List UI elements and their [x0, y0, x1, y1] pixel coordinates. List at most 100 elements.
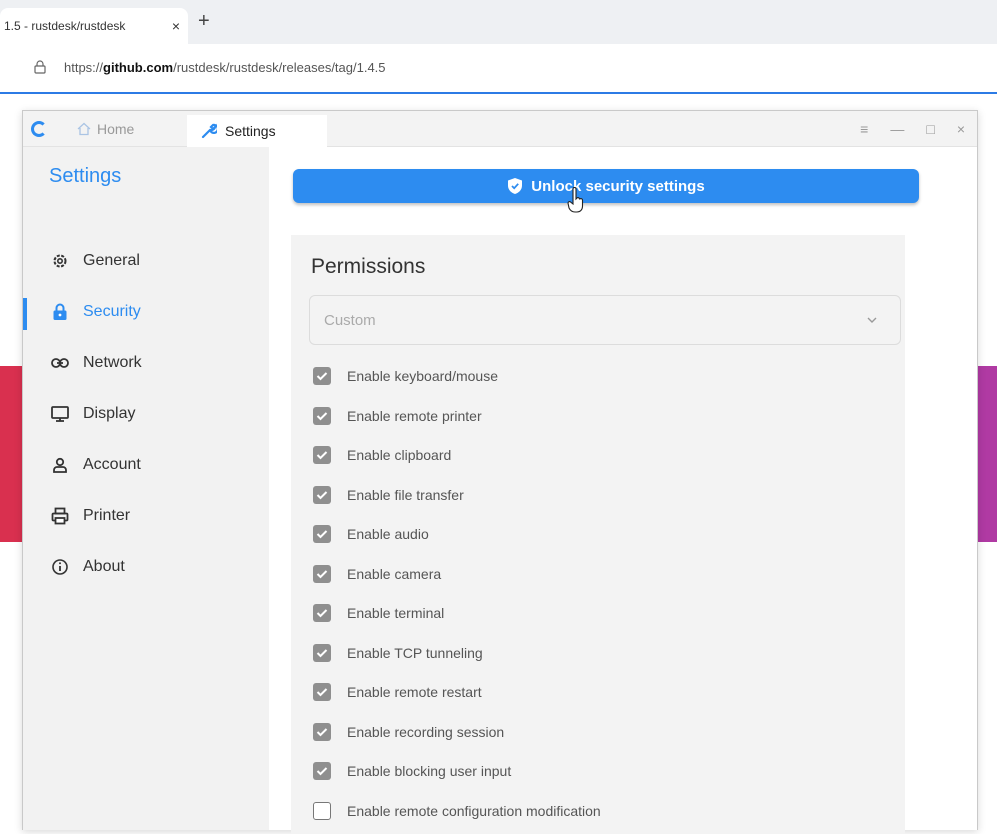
sidebar-item-label: Display — [83, 405, 136, 422]
check-icon — [316, 530, 328, 539]
checkbox-checked[interactable] — [313, 525, 331, 543]
maximize-icon[interactable]: □ — [926, 121, 934, 137]
window-titlebar: Home Settings ≡ — □ × — [23, 111, 977, 147]
check-icon — [316, 688, 328, 697]
sidebar-item-display[interactable]: Display — [23, 394, 269, 434]
sidebar-item-printer[interactable]: Printer — [23, 496, 269, 536]
sidebar-item-label: About — [83, 558, 125, 575]
printer-icon — [51, 507, 69, 525]
permission-label: Enable remote restart — [347, 684, 482, 700]
sidebar-title: Settings — [49, 165, 122, 187]
permission-label: Enable recording session — [347, 724, 505, 740]
permissions-card: Permissions Custom Enable keyboard/mouse… — [291, 235, 905, 834]
permission-label: Enable clipboard — [347, 447, 452, 463]
sidebar-item-network[interactable]: Network — [23, 343, 269, 383]
person-icon — [51, 456, 69, 474]
checkbox-checked[interactable] — [313, 762, 331, 780]
permission-row[interactable]: Enable terminal — [313, 602, 444, 624]
lock-icon — [51, 303, 69, 321]
permission-row[interactable]: Enable blocking user input — [313, 760, 511, 782]
permission-label: Enable remote configuration modification — [347, 803, 601, 819]
permission-row[interactable]: Enable camera — [313, 563, 441, 585]
sidebar-item-account[interactable]: Account — [23, 445, 269, 485]
close-icon[interactable]: × — [957, 121, 965, 137]
checkbox-checked[interactable] — [313, 407, 331, 425]
browser-tab[interactable]: 1.5 - rustdesk/rustdesk × — [0, 8, 188, 44]
browser-tab-bar: 1.5 - rustdesk/rustdesk × + — [0, 0, 997, 44]
check-icon — [316, 767, 328, 776]
permission-label: Enable file transfer — [347, 487, 464, 503]
check-icon — [316, 412, 328, 421]
tab-settings[interactable]: Settings — [187, 115, 327, 147]
check-icon — [316, 570, 328, 579]
permission-row[interactable]: Enable remote restart — [313, 681, 482, 703]
permission-label: Enable TCP tunneling — [347, 645, 483, 661]
check-icon — [316, 649, 328, 658]
check-icon — [316, 491, 328, 500]
gear-icon — [51, 252, 69, 270]
check-icon — [316, 728, 328, 737]
permission-label: Enable terminal — [347, 605, 445, 621]
permission-label: Enable blocking user input — [347, 763, 512, 779]
checkbox-checked[interactable] — [313, 367, 331, 385]
wrench-icon — [201, 123, 217, 139]
checkbox-checked[interactable] — [313, 446, 331, 464]
tab-settings-label: Settings — [225, 123, 276, 139]
info-icon — [51, 558, 69, 576]
tab-home-label: Home — [97, 121, 135, 137]
sidebar-item-about[interactable]: About — [23, 547, 269, 587]
sidebar-item-label: Security — [83, 303, 141, 320]
hand-cursor-icon — [567, 187, 584, 213]
checkbox-checked[interactable] — [313, 565, 331, 583]
permission-label: Enable audio — [347, 526, 429, 542]
permission-label: Enable remote printer — [347, 408, 482, 424]
url-text[interactable]: https://github.com/rustdesk/rustdesk/rel… — [64, 60, 386, 75]
permission-row[interactable]: Enable remote printer — [313, 405, 482, 427]
permission-row[interactable]: Enable keyboard/mouse — [313, 365, 498, 387]
check-icon — [316, 609, 328, 618]
close-tab-icon[interactable]: × — [172, 18, 180, 34]
sidebar-item-label: Account — [83, 456, 141, 473]
permission-row[interactable]: Enable remote configuration modification — [313, 800, 601, 822]
sidebar-item-label: General — [83, 252, 140, 269]
minimize-icon[interactable]: — — [890, 121, 904, 137]
checkbox-checked[interactable] — [313, 486, 331, 504]
shield-icon — [508, 178, 523, 194]
checkbox-checked[interactable] — [313, 723, 331, 741]
permission-row[interactable]: Enable TCP tunneling — [313, 642, 483, 664]
chevron-down-icon — [867, 317, 877, 323]
permission-row[interactable]: Enable recording session — [313, 721, 504, 743]
tab-home[interactable]: Home — [77, 111, 134, 147]
settings-main-panel: Unlock security settings Permissions Cus… — [269, 147, 977, 834]
checkbox-checked[interactable] — [313, 604, 331, 622]
permission-row[interactable]: Enable audio — [313, 523, 429, 545]
link-icon — [51, 354, 69, 372]
window-controls: ≡ — □ × — [860, 111, 965, 147]
monitor-icon — [51, 405, 69, 423]
checkbox-unchecked[interactable] — [313, 802, 331, 820]
active-indicator — [23, 298, 27, 330]
sidebar-item-security[interactable]: Security — [23, 292, 269, 332]
rustdesk-logo-icon — [31, 121, 47, 137]
home-icon — [77, 122, 91, 136]
permission-row[interactable]: Enable file transfer — [313, 484, 464, 506]
permission-label: Enable camera — [347, 566, 442, 582]
rustdesk-window: Home Settings ≡ — □ × Settings General S… — [22, 110, 978, 834]
new-tab-button[interactable]: + — [198, 10, 210, 33]
permission-label: Enable keyboard/mouse — [347, 368, 498, 384]
settings-sidebar: Settings General Security Network Displa… — [23, 147, 269, 830]
menu-icon[interactable]: ≡ — [860, 121, 868, 137]
permission-mode-select[interactable]: Custom — [309, 295, 901, 345]
browser-tab-title: 1.5 - rustdesk/rustdesk — [4, 19, 126, 33]
unlock-button-label: Unlock security settings — [531, 177, 705, 195]
sidebar-item-label: Network — [83, 354, 142, 371]
checkbox-checked[interactable] — [313, 683, 331, 701]
check-icon — [316, 372, 328, 381]
permission-row[interactable]: Enable clipboard — [313, 444, 451, 466]
permissions-title: Permissions — [311, 255, 426, 278]
checkbox-checked[interactable] — [313, 644, 331, 662]
site-lock-icon[interactable] — [34, 60, 46, 74]
address-bar[interactable]: https://github.com/rustdesk/rustdesk/rel… — [0, 44, 997, 94]
unlock-security-button[interactable]: Unlock security settings — [293, 169, 919, 203]
sidebar-item-general[interactable]: General — [23, 241, 269, 281]
